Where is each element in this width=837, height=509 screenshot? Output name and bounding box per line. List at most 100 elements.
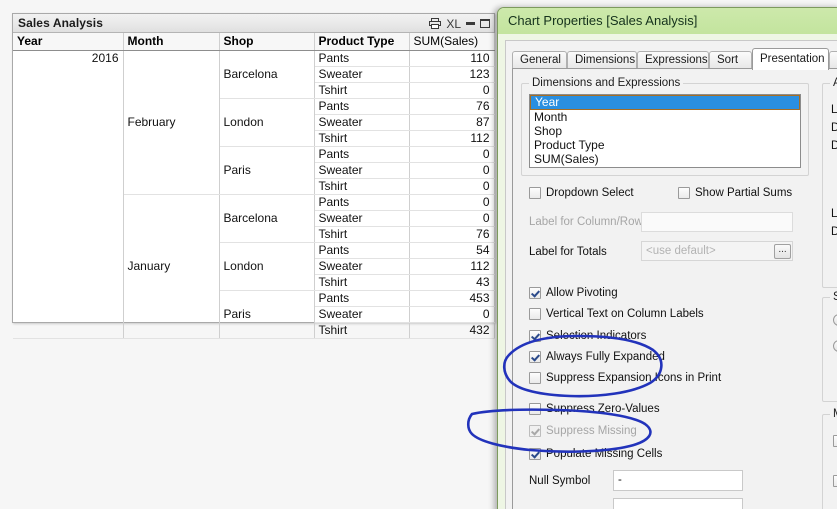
print-icon[interactable]: [429, 18, 441, 29]
cell-sum-sales[interactable]: 43: [409, 275, 494, 291]
cell-month[interactable]: February: [123, 51, 219, 195]
tab-dimensions[interactable]: Dimensions: [567, 51, 637, 69]
checkbox-selection-indicators[interactable]: Selection Indicators: [529, 330, 646, 342]
dimensions-expressions-group: Dimensions and Expressions Year Month Sh…: [521, 83, 809, 176]
cell-product-type[interactable]: Pants: [314, 291, 409, 307]
excel-export-icon[interactable]: XL: [446, 18, 461, 30]
dialog-title-bar[interactable]: Chart Properties [Sales Analysis]: [498, 8, 837, 34]
cell-sum-sales[interactable]: 0: [409, 307, 494, 323]
checkbox-label: Show Partial Sums: [695, 187, 792, 199]
subtotals-group: Sub: [822, 297, 837, 402]
checkbox-multiline-2[interactable]: [833, 475, 837, 487]
cell-sum-sales[interactable]: 54: [409, 243, 494, 259]
column-header-sum-sales[interactable]: SUM(Sales): [409, 33, 494, 51]
cell-sum-sales[interactable]: 0: [409, 195, 494, 211]
radio-subtotal-option-2[interactable]: [833, 340, 837, 352]
cell-sum-sales[interactable]: 0: [409, 179, 494, 195]
cell-sum-sales[interactable]: 123: [409, 67, 494, 83]
cell-sum-sales[interactable]: 112: [409, 131, 494, 147]
multiline-settings-group: Mu: [822, 414, 837, 509]
list-item-shop[interactable]: Shop: [530, 124, 800, 138]
cell-product-type[interactable]: Pants: [314, 195, 409, 211]
cell-product-type[interactable]: Tshirt: [314, 131, 409, 147]
missing-symbol-input[interactable]: [613, 498, 743, 509]
cell-sum-sales[interactable]: 76: [409, 99, 494, 115]
checkbox-show-partial-sums[interactable]: Show Partial Sums: [678, 187, 792, 199]
cell-product-type[interactable]: Tshirt: [314, 227, 409, 243]
cell-sum-sales[interactable]: 76: [409, 227, 494, 243]
cell-product-type[interactable]: Pants: [314, 243, 409, 259]
tab-sort[interactable]: Sort: [709, 51, 752, 69]
cell-shop[interactable]: Barcelona: [219, 195, 314, 243]
dimensions-listbox[interactable]: Year Month Shop Product Type SUM(Sales): [529, 94, 801, 168]
window-caption-bar[interactable]: Sales Analysis XL: [13, 14, 494, 33]
cell-product-type[interactable]: Pants: [314, 99, 409, 115]
minimize-icon[interactable]: [466, 22, 475, 25]
cell-sum-sales[interactable]: 0: [409, 83, 494, 99]
checkbox-suppress-zero-values[interactable]: Suppress Zero-Values: [529, 403, 660, 415]
list-item-year[interactable]: Year: [530, 95, 800, 110]
list-item-month[interactable]: Month: [530, 110, 800, 124]
pivot-table-body: 2016FebruaryBarcelonaPants110Sweater123T…: [13, 51, 494, 339]
checkbox-always-fully-expanded[interactable]: Always Fully Expanded: [529, 351, 665, 363]
alignment-group: Alig Lab Dat Dat Lab Dat: [822, 83, 837, 288]
cell-sum-sales[interactable]: 453: [409, 291, 494, 307]
cell-shop[interactable]: Paris: [219, 147, 314, 195]
null-symbol-input[interactable]: -: [613, 470, 743, 491]
cell-product-type[interactable]: Tshirt: [314, 83, 409, 99]
cell-shop[interactable]: London: [219, 99, 314, 147]
checkbox-label: Allow Pivoting: [546, 287, 618, 299]
cell-product-type[interactable]: Tshirt: [314, 179, 409, 195]
table-row[interactable]: 2016FebruaryBarcelonaPants110: [13, 51, 494, 67]
group-label-subtotals: Sub: [830, 291, 837, 303]
pivot-grid[interactable]: Year Month Shop Product Type SUM(Sales) …: [13, 33, 494, 322]
list-item-sum-sales[interactable]: SUM(Sales): [530, 152, 800, 166]
tab-visualization[interactable]: Visu: [829, 51, 837, 69]
label-for-totals-browse-button[interactable]: ...: [774, 244, 791, 259]
cell-product-type[interactable]: Sweater: [314, 163, 409, 179]
cell-product-type[interactable]: Sweater: [314, 307, 409, 323]
cell-sum-sales[interactable]: 0: [409, 211, 494, 227]
radio-subtotal-option-1[interactable]: [833, 314, 837, 326]
cell-sum-sales[interactable]: 0: [409, 163, 494, 179]
cell-product-type[interactable]: Pants: [314, 51, 409, 67]
maximize-icon[interactable]: [480, 19, 490, 28]
cell-sum-sales[interactable]: 112: [409, 259, 494, 275]
cell-shop[interactable]: Barcelona: [219, 51, 314, 99]
label-for-totals-input[interactable]: <use default>: [641, 241, 793, 261]
cell-year[interactable]: 2016: [13, 51, 123, 339]
column-header-year[interactable]: Year: [13, 33, 123, 51]
cell-shop[interactable]: London: [219, 243, 314, 291]
checkbox-multiline-1[interactable]: [833, 435, 837, 447]
cell-product-type[interactable]: Tshirt: [314, 275, 409, 291]
align-label-5: Dat: [831, 226, 837, 238]
checkbox-allow-pivoting[interactable]: Allow Pivoting: [529, 287, 618, 299]
cell-product-type[interactable]: Tshirt: [314, 323, 409, 339]
cell-sum-sales[interactable]: 87: [409, 115, 494, 131]
list-item-product-type[interactable]: Product Type: [530, 138, 800, 152]
table-header-row: Year Month Shop Product Type SUM(Sales): [13, 33, 494, 51]
checkbox-suppress-expansion-icons-in-print[interactable]: Suppress Expansion Icons in Print: [529, 372, 721, 384]
cell-month[interactable]: January: [123, 195, 219, 339]
checkbox-populate-missing-cells[interactable]: Populate Missing Cells: [529, 448, 662, 460]
label-for-column-row-input[interactable]: [641, 212, 793, 232]
tab-expressions[interactable]: Expressions: [637, 51, 709, 69]
cell-sum-sales[interactable]: 432: [409, 323, 494, 339]
group-label-multiline: Mu: [830, 408, 837, 420]
tab-presentation[interactable]: Presentation: [752, 48, 829, 70]
cell-product-type[interactable]: Sweater: [314, 67, 409, 83]
checkbox-dropdown-select[interactable]: Dropdown Select: [529, 187, 634, 199]
column-header-shop[interactable]: Shop: [219, 33, 314, 51]
cell-product-type[interactable]: Pants: [314, 147, 409, 163]
column-header-month[interactable]: Month: [123, 33, 219, 51]
cell-sum-sales[interactable]: 0: [409, 147, 494, 163]
cell-product-type[interactable]: Sweater: [314, 115, 409, 131]
tab-general[interactable]: General: [512, 51, 567, 69]
checkbox-vertical-text-on-column-labels[interactable]: Vertical Text on Column Labels: [529, 308, 704, 320]
checkbox-box: [529, 372, 541, 384]
cell-product-type[interactable]: Sweater: [314, 259, 409, 275]
cell-sum-sales[interactable]: 110: [409, 51, 494, 67]
column-header-product-type[interactable]: Product Type: [314, 33, 409, 51]
cell-product-type[interactable]: Sweater: [314, 211, 409, 227]
cell-shop[interactable]: Paris: [219, 291, 314, 339]
